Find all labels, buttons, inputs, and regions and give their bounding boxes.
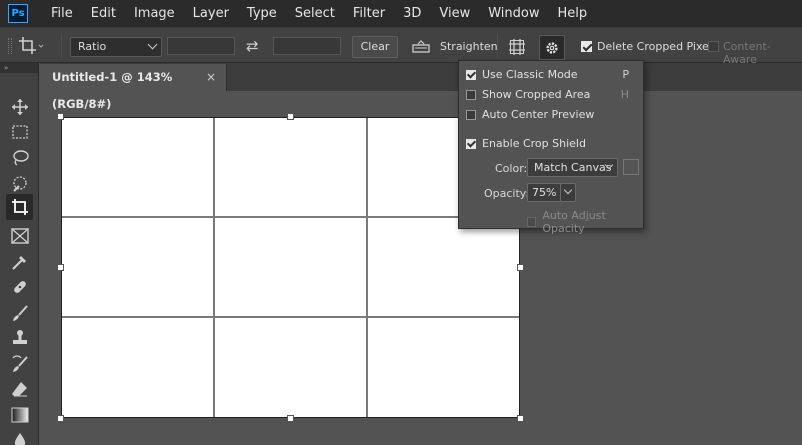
- menu-3d[interactable]: 3D: [394, 0, 430, 27]
- crop-grid-line: [62, 316, 519, 318]
- separator: [61, 34, 62, 58]
- move-tool-icon[interactable]: [9, 96, 30, 117]
- auto-center-preview-label: Auto Center Preview: [482, 108, 595, 121]
- ratio-select-value: Ratio: [78, 40, 107, 53]
- delete-cropped-pixels-label: Delete Cropped Pixels: [597, 40, 718, 53]
- photoshop-logo: Ps: [8, 4, 28, 23]
- menu-file[interactable]: File: [42, 0, 82, 27]
- quick-selection-tool-icon[interactable]: [9, 173, 30, 194]
- use-classic-mode-option[interactable]: Use Classic Mode P: [466, 68, 638, 81]
- menu-bar: Ps File Edit Image Layer Type Select Fil…: [0, 0, 802, 27]
- enable-crop-shield-option[interactable]: Enable Crop Shield: [466, 137, 586, 150]
- history-brush-tool-icon[interactable]: [9, 353, 30, 374]
- chevron-down-icon: [147, 39, 158, 50]
- menu-layer[interactable]: Layer: [184, 0, 238, 27]
- crop-handle-right[interactable]: [517, 264, 524, 271]
- menu-help[interactable]: Help: [549, 0, 597, 27]
- auto-center-preview-option[interactable]: Auto Center Preview: [466, 108, 594, 121]
- blur-tool-icon[interactable]: [9, 429, 30, 445]
- use-classic-mode-checkbox[interactable]: [466, 69, 476, 80]
- delete-cropped-pixels-checkbox[interactable]: [581, 41, 592, 52]
- crop-grid-line: [366, 118, 368, 417]
- document-canvas[interactable]: [61, 117, 520, 418]
- menu-view[interactable]: View: [430, 0, 479, 27]
- menu-type[interactable]: Type: [238, 0, 286, 27]
- options-bar: Ratio ⇄ Clear Straighten Delete Cropped …: [0, 27, 802, 66]
- document-tab[interactable]: Untitled-1 @ 143% (RGB/8#) ×: [40, 64, 227, 111]
- show-cropped-area-shortcut: H: [620, 88, 629, 101]
- opacity-dropdown-button[interactable]: [560, 183, 576, 202]
- straighten-button[interactable]: Straighten: [440, 36, 498, 58]
- auto-adjust-opacity-label: Auto Adjust Opacity: [542, 209, 606, 235]
- close-tab-icon[interactable]: ×: [206, 64, 216, 91]
- healing-brush-tool-icon[interactable]: [9, 276, 30, 297]
- separator: [497, 34, 498, 58]
- chevron-down-icon: [563, 185, 573, 195]
- enable-crop-shield-checkbox[interactable]: [466, 138, 476, 149]
- clone-stamp-tool-icon[interactable]: [9, 327, 30, 348]
- grid-overlay-icon[interactable]: [505, 35, 529, 59]
- show-cropped-area-label: Show Cropped Area: [482, 88, 591, 101]
- use-classic-mode-shortcut: P: [622, 68, 629, 81]
- eyedropper-tool-icon[interactable]: [9, 251, 30, 272]
- brush-tool-icon[interactable]: [9, 302, 30, 323]
- show-cropped-area-option[interactable]: Show Cropped Area H: [466, 88, 638, 101]
- lasso-tool-icon[interactable]: [9, 147, 30, 168]
- ratio-width-input[interactable]: [167, 37, 235, 55]
- opacity-input[interactable]: 75%: [527, 183, 561, 202]
- crop-tool-icon[interactable]: [6, 194, 33, 220]
- crop-handle-top-left[interactable]: [57, 113, 64, 120]
- crop-tool-preset-icon[interactable]: [18, 36, 44, 56]
- crop-handle-top[interactable]: [287, 113, 294, 120]
- content-aware-checkbox[interactable]: [708, 41, 719, 52]
- document-tab-title: Untitled-1 @ 143% (RGB/8#): [52, 70, 173, 111]
- show-cropped-area-checkbox[interactable]: [466, 89, 476, 100]
- tools-panel-collapse-icon[interactable]: »: [0, 63, 38, 73]
- auto-center-preview-checkbox[interactable]: [466, 109, 476, 120]
- options-bar-grip[interactable]: [8, 38, 12, 54]
- ratio-height-input[interactable]: [273, 37, 341, 55]
- enable-crop-shield-label: Enable Crop Shield: [482, 137, 586, 150]
- color-label: Color:: [495, 162, 528, 175]
- crop-grid-line: [62, 216, 519, 218]
- menu-select[interactable]: Select: [286, 0, 344, 27]
- eraser-tool-icon[interactable]: [9, 378, 30, 399]
- crop-grid-line: [213, 118, 215, 417]
- use-classic-mode-label: Use Classic Mode: [482, 68, 578, 81]
- shield-color-value: Match Canvas: [534, 161, 612, 174]
- swap-icon[interactable]: ⇄: [246, 37, 259, 55]
- shield-color-swatch[interactable]: [623, 159, 639, 175]
- opacity-label: Opacity:: [484, 187, 530, 200]
- menu-edit[interactable]: Edit: [82, 0, 125, 27]
- crop-handle-bottom[interactable]: [287, 415, 294, 422]
- shield-color-select[interactable]: Match Canvas: [527, 158, 618, 177]
- ratio-select[interactable]: Ratio: [70, 37, 162, 57]
- menu-window[interactable]: Window: [479, 0, 548, 27]
- marquee-tool-icon[interactable]: [9, 121, 30, 142]
- crop-handle-bottom-left[interactable]: [57, 415, 64, 422]
- frame-tool-icon[interactable]: [9, 225, 30, 246]
- gradient-tool-icon[interactable]: [9, 404, 30, 425]
- menu-filter[interactable]: Filter: [344, 0, 394, 27]
- clear-button[interactable]: Clear: [352, 36, 398, 58]
- crop-settings-panel: Use Classic Mode P Show Cropped Area H A…: [458, 60, 644, 235]
- crop-handle-bottom-right[interactable]: [517, 415, 524, 422]
- straighten-icon[interactable]: [409, 35, 433, 59]
- crop-settings-gear-icon[interactable]: [539, 35, 565, 60]
- crop-handle-left[interactable]: [57, 264, 64, 271]
- auto-adjust-opacity-option[interactable]: Auto Adjust Opacity: [527, 209, 643, 235]
- tools-panel: »: [0, 63, 39, 445]
- menu-image[interactable]: Image: [125, 0, 184, 27]
- auto-adjust-opacity-checkbox[interactable]: [527, 217, 537, 227]
